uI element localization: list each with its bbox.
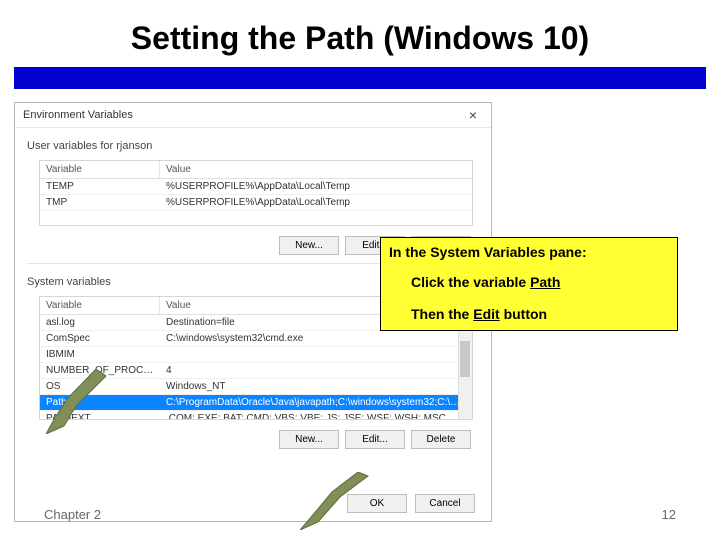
- cell-var: asl.log: [40, 315, 160, 330]
- sys-new-button[interactable]: New...: [279, 430, 339, 449]
- footer-page-number: 12: [662, 507, 676, 522]
- user-new-button[interactable]: New...: [279, 236, 339, 255]
- cell-var: TEMP: [40, 179, 160, 194]
- sys-edit-button[interactable]: Edit...: [345, 430, 405, 449]
- anno-text: Click the variable: [411, 274, 530, 290]
- annotation-line-1: Click the variable Path: [381, 266, 677, 298]
- col-variable[interactable]: Variable: [40, 297, 160, 314]
- cell-val: C:\ProgramData\Oracle\Java\javapath;C:\w…: [160, 395, 472, 410]
- scroll-thumb[interactable]: [460, 341, 470, 377]
- table-row[interactable]: PATHEXT .COM;.EXE;.BAT;.CMD;.VBS;.VBE;.J…: [40, 411, 472, 419]
- annotation-title: In the System Variables pane:: [381, 238, 677, 266]
- annotation-callout: In the System Variables pane: Click the …: [380, 237, 678, 331]
- table-row-path[interactable]: Path C:\ProgramData\Oracle\Java\javapath…: [40, 395, 472, 411]
- cell-var: PATHEXT: [40, 411, 160, 419]
- dialog-titlebar: Environment Variables ×: [15, 103, 491, 128]
- cell-var: TMP: [40, 195, 160, 210]
- cell-val: 4: [160, 363, 472, 378]
- table-row[interactable]: TEMP %USERPROFILE%\AppData\Local\Temp: [40, 179, 472, 195]
- cell-val: C:\windows\system32\cmd.exe: [160, 331, 472, 346]
- sys-button-row: New... Edit... Delete: [15, 420, 491, 457]
- ok-button[interactable]: OK: [347, 494, 407, 513]
- cell-var: Path: [40, 395, 160, 410]
- dialog-title: Environment Variables: [23, 109, 133, 121]
- cell-var: IBMIM: [40, 347, 160, 362]
- col-value[interactable]: Value: [160, 161, 472, 178]
- blue-accent-bar: [14, 67, 706, 89]
- sys-delete-button[interactable]: Delete: [411, 430, 471, 449]
- col-variable[interactable]: Variable: [40, 161, 160, 178]
- cell-val: %USERPROFILE%\AppData\Local\Temp: [160, 179, 472, 194]
- anno-edit-word: Edit: [473, 306, 499, 322]
- close-icon[interactable]: ×: [463, 107, 483, 123]
- user-vars-label: User variables for rjanson: [15, 128, 491, 156]
- table-row[interactable]: OS Windows_NT: [40, 379, 472, 395]
- anno-path-word: Path: [530, 274, 560, 290]
- table-row[interactable]: ComSpec C:\windows\system32\cmd.exe: [40, 331, 472, 347]
- cell-var: ComSpec: [40, 331, 160, 346]
- dialog-bottom-buttons: OK Cancel: [347, 494, 475, 513]
- table-row[interactable]: TMP %USERPROFILE%\AppData\Local\Temp: [40, 195, 472, 211]
- cell-val: [160, 347, 472, 362]
- anno-text: button: [500, 306, 547, 322]
- table-row[interactable]: IBMIM: [40, 347, 472, 363]
- cell-val: Windows_NT: [160, 379, 472, 394]
- table-header: Variable Value: [40, 161, 472, 179]
- cell-val: %USERPROFILE%\AppData\Local\Temp: [160, 195, 472, 210]
- footer-chapter: Chapter 2: [44, 507, 101, 522]
- anno-text: Then the: [411, 306, 473, 322]
- cell-var: OS: [40, 379, 160, 394]
- annotation-line-2: Then the Edit button: [381, 298, 677, 330]
- slide-title: Setting the Path (Windows 10): [0, 0, 720, 67]
- cell-var: NUMBER_OF_PROCESSORS: [40, 363, 160, 378]
- cancel-button[interactable]: Cancel: [415, 494, 475, 513]
- cell-val: .COM;.EXE;.BAT;.CMD;.VBS;.VBE;.JS;.JSE;.…: [160, 411, 472, 419]
- table-row[interactable]: NUMBER_OF_PROCESSORS 4: [40, 363, 472, 379]
- user-vars-table: Variable Value TEMP %USERPROFILE%\AppDat…: [39, 160, 473, 226]
